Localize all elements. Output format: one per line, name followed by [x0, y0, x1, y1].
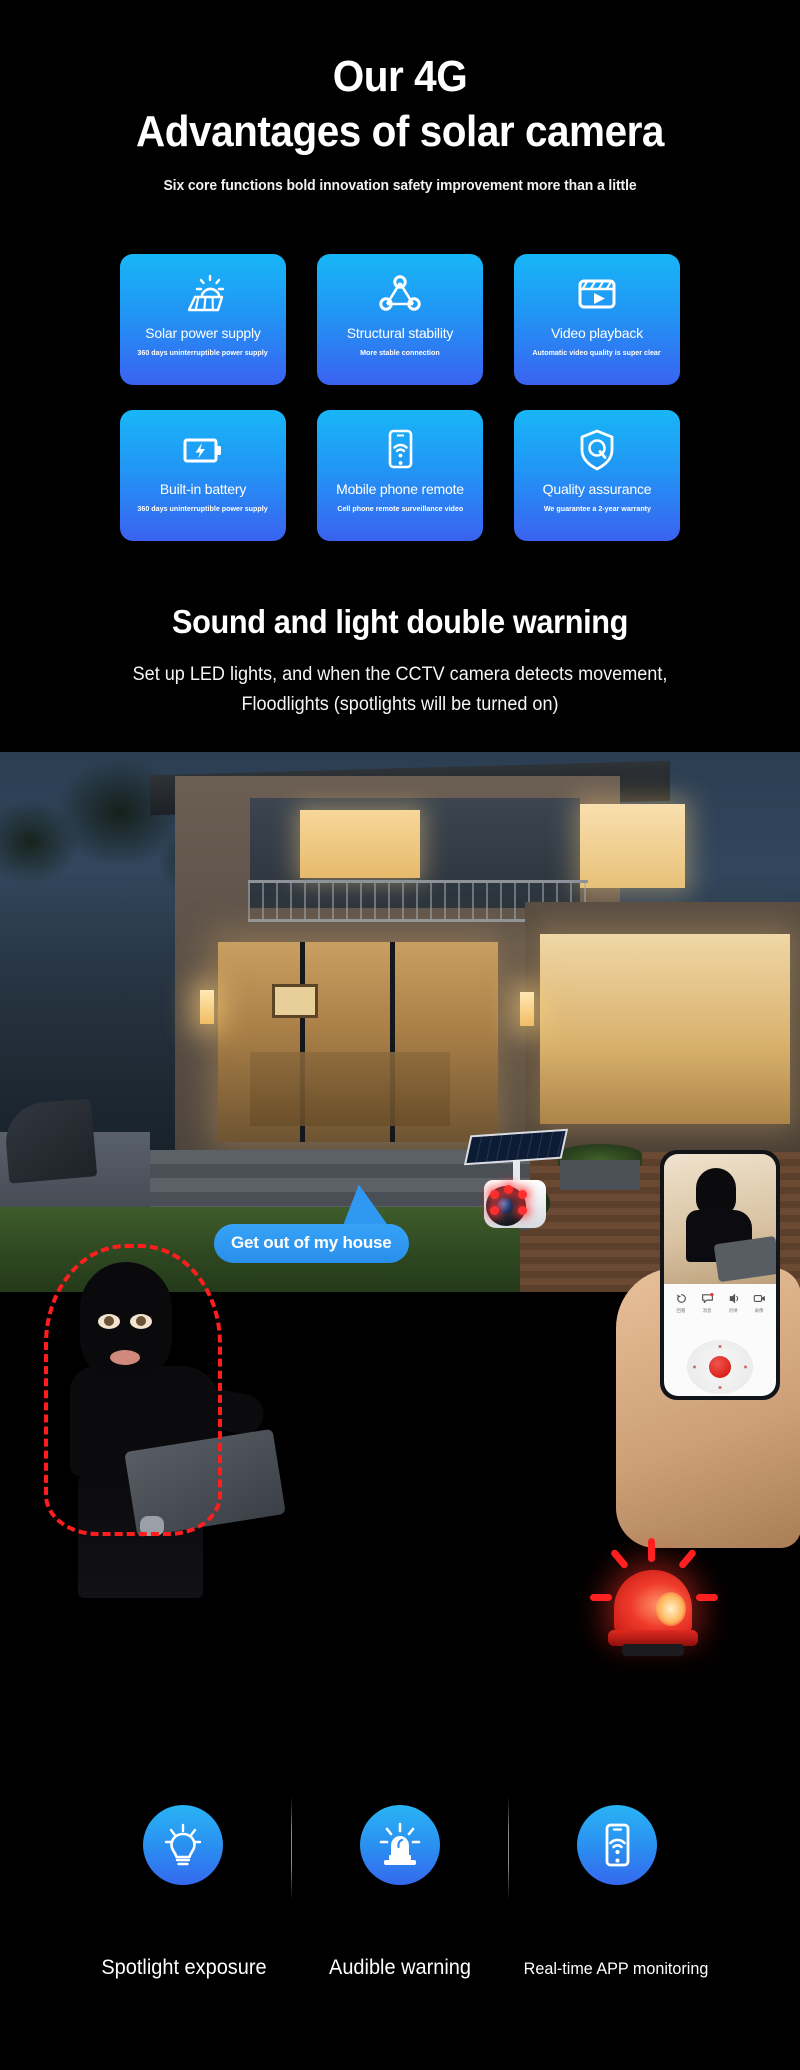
- warning-subtitle-line-2: Floodlights (spotlights will be turned o…: [241, 694, 559, 716]
- dpad-dot-right: [744, 1365, 747, 1369]
- feature-card-desc: More stable connection: [360, 347, 440, 357]
- camera-led-light: [504, 1185, 513, 1194]
- app-control-label: 消息: [702, 1309, 712, 1314]
- app-control-label: 对讲: [728, 1309, 738, 1314]
- camera-led-light: [518, 1206, 527, 1215]
- video-record-icon: [752, 1291, 767, 1306]
- page-title-line-1: Our 4G: [332, 52, 468, 101]
- siren-ray: [648, 1538, 655, 1562]
- feature-card-structural-stability[interactable]: Structural stability More stable connect…: [317, 253, 483, 385]
- app-control-messages[interactable]: 消息: [694, 1291, 720, 1314]
- feature-card-desc: 360 days uninterruptible power supply: [137, 503, 269, 513]
- siren-ray: [696, 1594, 718, 1601]
- bottom-label-realtime-app-monitoring: Real-time APP monitoring: [523, 1959, 709, 1978]
- live-camera-feed: [664, 1154, 776, 1294]
- warning-section-header: Sound and light double warning Set up LE…: [0, 603, 800, 721]
- dpad-dot-left: [693, 1365, 696, 1369]
- feature-card-desc: Cell phone remote surveillance video: [337, 503, 463, 513]
- warning-subtitle-line-1: Set up LED lights, and when the CCTV cam…: [132, 663, 668, 685]
- bottom-label-row: Spotlight exposure Audible warning Real-…: [0, 1956, 800, 1980]
- camera-led-light: [490, 1206, 499, 1215]
- camera-led-light: [518, 1190, 527, 1199]
- siren-ray: [677, 1548, 698, 1570]
- ptz-direction-pad[interactable]: [687, 1340, 753, 1394]
- app-control-record[interactable]: 录像: [746, 1291, 772, 1314]
- dpad-dot-down: [718, 1386, 722, 1389]
- app-control-row: 回看 消息 对讲 录像: [664, 1284, 776, 1314]
- bottom-icon-row: [0, 1790, 800, 1900]
- video-clapper-play-icon: [574, 270, 620, 318]
- speech-bubble: Get out of my house: [214, 1224, 409, 1263]
- app-control-intercom[interactable]: 对讲: [720, 1291, 746, 1314]
- bottom-item-audible-warning[interactable]: [292, 1805, 508, 1885]
- warning-title: Sound and light double warning: [172, 602, 628, 640]
- upper-window-right: [580, 804, 685, 889]
- hero-section: Our 4G Advantages of solar camera Six co…: [0, 0, 800, 194]
- wall-sconce-right: [520, 992, 534, 1027]
- feed-stolen-item: [713, 1235, 776, 1283]
- upper-window-left: [300, 810, 420, 879]
- feature-card-title: Structural stability: [346, 324, 454, 341]
- feature-card-desc: Automatic video quality is super clear: [532, 347, 662, 357]
- siren-ray: [609, 1548, 630, 1570]
- intercom-speak-icon: [726, 1291, 741, 1306]
- bottom-item-realtime-app-monitoring[interactable]: [509, 1805, 725, 1885]
- feature-card-desc: We guarantee a 2-year warranty: [543, 503, 651, 513]
- camera-led-light: [490, 1190, 499, 1199]
- siren-ray: [590, 1594, 612, 1601]
- triangle-nodes-icon: [378, 270, 422, 318]
- phone-wifi-icon: [382, 426, 418, 474]
- playback-rewind-icon: [674, 1291, 689, 1306]
- feature-card-title: Solar power supply: [145, 324, 261, 341]
- phone-in-hand: 回看 消息 对讲 录像: [600, 1150, 800, 1548]
- message-alert-icon: [700, 1291, 715, 1306]
- smartphone[interactable]: 回看 消息 对讲 录像: [660, 1150, 780, 1400]
- wall-sconce-left: [200, 990, 214, 1025]
- right-wing-glass-wall: [540, 934, 790, 1125]
- siren-alarm-icon: [360, 1805, 440, 1885]
- bottom-feature-strip: Spotlight exposure Audible warning Real-…: [0, 1790, 800, 1980]
- feature-card-title: Quality assurance: [542, 480, 652, 497]
- bottom-label-audible-warning: Audible warning: [329, 1956, 471, 1979]
- interior-picture-frame: [272, 984, 318, 1019]
- feature-card-built-in-battery[interactable]: Built-in battery 360 days uninterruptibl…: [120, 409, 286, 541]
- solar-panel-icon: [180, 270, 226, 318]
- feature-card-quality-assurance[interactable]: Quality assurance We guarantee a 2-year …: [514, 409, 680, 541]
- app-control-panel: 回看 消息 对讲 录像: [664, 1284, 776, 1396]
- feature-card-mobile-phone-remote[interactable]: Mobile phone remote Cell phone remote su…: [317, 409, 483, 541]
- bottom-label-spotlight-exposure: Spotlight exposure: [101, 1956, 267, 1979]
- bottom-item-spotlight-exposure[interactable]: [75, 1805, 291, 1885]
- feature-card-grid: Solar power supply 360 days uninterrupti…: [120, 253, 680, 541]
- feature-card-solar-power-supply[interactable]: Solar power supply 360 days uninterrupti…: [120, 253, 286, 385]
- feature-card-desc: 360 days uninterruptible power supply: [137, 347, 269, 357]
- hero-subtitle: Six core functions bold innovation safet…: [163, 176, 637, 194]
- feature-card-title: Video playback: [551, 324, 643, 341]
- product-page: Our 4G Advantages of solar camera Six co…: [0, 0, 800, 2070]
- lightbulb-rays-icon: [143, 1805, 223, 1885]
- feature-card-title: Built-in battery: [159, 480, 247, 497]
- feature-card-video-playback[interactable]: Video playback Automatic video quality i…: [514, 253, 680, 385]
- battery-bolt-icon: [179, 426, 227, 474]
- phone-screen[interactable]: 回看 消息 对讲 录像: [664, 1154, 776, 1396]
- app-control-label: 回看: [676, 1309, 686, 1314]
- feed-intruder-head: [696, 1168, 736, 1216]
- app-control-playback[interactable]: 回看: [668, 1291, 694, 1314]
- shield-q-icon: [577, 426, 617, 474]
- page-title-line-2: Advantages of solar camera: [135, 107, 664, 157]
- app-control-label: 录像: [754, 1309, 764, 1314]
- camera-lens: [497, 1198, 513, 1214]
- siren-lamp-glow: [656, 1592, 686, 1626]
- siren-foot: [622, 1644, 684, 1656]
- phone-wifi-icon: [577, 1805, 657, 1885]
- feature-card-title: Mobile phone remote: [336, 480, 464, 497]
- motion-detection-box: [44, 1244, 222, 1536]
- interior-cabinets: [250, 1052, 450, 1127]
- dpad-dot-up: [718, 1345, 722, 1348]
- record-button[interactable]: [709, 1356, 731, 1378]
